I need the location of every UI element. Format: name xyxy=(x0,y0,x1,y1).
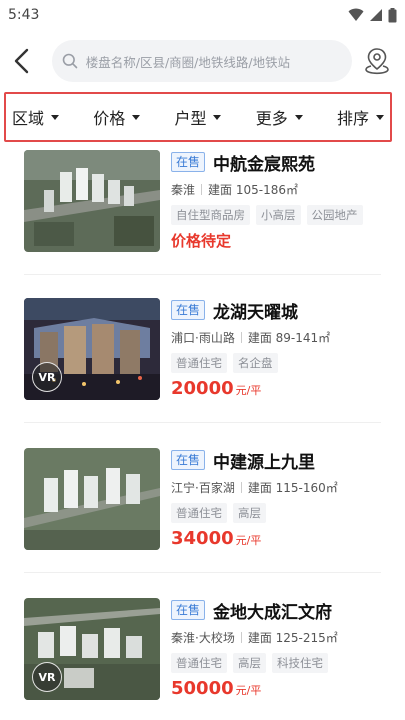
listing-item[interactable]: VR 在售 龙湖天曜城 浦口·雨山路 建面 89-141㎡ 普通住宅 名企盘 2… xyxy=(0,296,405,422)
listing-name: 龙湖天曜城 xyxy=(213,302,299,323)
listing-info: 在售 龙湖天曜城 浦口·雨山路 建面 89-141㎡ 普通住宅 名企盘 2000… xyxy=(171,296,393,399)
map-pin-icon xyxy=(365,48,390,75)
caret-down-icon xyxy=(132,114,141,120)
filter-more-label: 更多 xyxy=(255,109,288,128)
listing-name: 中航金宸熙苑 xyxy=(213,154,316,175)
divider xyxy=(24,572,381,573)
meta-divider xyxy=(240,631,242,643)
map-location-button[interactable] xyxy=(360,41,395,81)
price-unit: 元/平 xyxy=(235,384,262,397)
listing-tag: 自住型商品房 xyxy=(171,205,250,225)
filter-layout-label: 户型 xyxy=(174,109,207,128)
back-arrow-icon xyxy=(14,48,29,74)
listing-tag: 普通住宅 xyxy=(171,353,227,373)
on-sale-tag: 在售 xyxy=(171,600,206,620)
listing-tag: 普通住宅 xyxy=(171,503,227,523)
listing-info: 在售 金地大成汇文府 秦淮·大校场 建面 125-215㎡ 普通住宅 高层 科技… xyxy=(171,596,393,699)
search-input[interactable]: 楼盘名称/区县/商圈/地铁线路/地铁站 xyxy=(51,40,352,82)
divider xyxy=(24,422,381,423)
caret-down-icon xyxy=(213,114,222,120)
listing-info: 在售 中建源上九里 江宁·百家湖 建面 115-160㎡ 普通住宅 高层 340… xyxy=(171,446,393,549)
listing-area: 建面 115-160㎡ xyxy=(247,480,338,495)
status-bar: 5:43 xyxy=(0,0,405,30)
listing-area: 建面 89-141㎡ xyxy=(247,330,331,345)
filter-region-label: 区域 xyxy=(12,109,45,128)
listing-price: 20000 xyxy=(171,378,234,399)
listing-name: 中建源上九里 xyxy=(213,452,316,473)
caret-down-icon xyxy=(51,114,60,120)
search-row: 楼盘名称/区县/商圈/地铁线路/地铁站 xyxy=(0,30,405,92)
filter-price-label: 价格 xyxy=(93,109,126,128)
caret-down-icon xyxy=(294,114,303,120)
vr-badge-icon[interactable]: VR xyxy=(32,662,62,692)
meta-divider xyxy=(240,331,242,343)
price-unit: 元/平 xyxy=(235,684,262,697)
status-icons xyxy=(348,7,397,23)
divider xyxy=(24,274,381,275)
on-sale-tag: 在售 xyxy=(171,450,206,470)
listing-name: 金地大成汇文府 xyxy=(213,602,333,623)
listing-price: 价格待定 xyxy=(171,232,232,250)
listing-area: 建面 125-215㎡ xyxy=(247,630,338,645)
listing-area: 建面 105-186㎡ xyxy=(208,182,298,197)
filter-more[interactable]: 更多 xyxy=(256,105,303,129)
listing-district: 秦淮·大校场 xyxy=(171,630,235,645)
filter-price[interactable]: 价格 xyxy=(93,105,141,129)
back-button[interactable] xyxy=(12,43,44,79)
listing-tag: 普通住宅 xyxy=(171,653,227,673)
search-placeholder: 楼盘名称/区县/商圈/地铁线路/地铁站 xyxy=(85,54,291,70)
listing-district: 浦口·雨山路 xyxy=(171,330,235,345)
listing-photo: VR xyxy=(24,298,160,400)
meta-divider xyxy=(201,183,203,195)
listing-tag: 高层 xyxy=(233,653,266,673)
filter-bar: 区域 价格 户型 更多 排序 xyxy=(4,92,392,142)
listing-district: 江宁·百家湖 xyxy=(171,480,235,495)
filter-sort-label: 排序 xyxy=(336,109,369,128)
listing-photo: VR xyxy=(24,598,160,700)
wifi-icon xyxy=(348,8,364,21)
listing-tag: 高层 xyxy=(233,503,266,523)
listing-tag: 小高层 xyxy=(256,205,301,225)
listing-item[interactable]: VR 在售 金地大成汇文府 秦淮·大校场 建面 125-215㎡ 普通住宅 高层… xyxy=(0,596,405,720)
listing-photo xyxy=(24,150,160,252)
search-icon xyxy=(62,53,78,69)
status-time: 5:43 xyxy=(8,7,40,23)
signal-icon xyxy=(370,9,382,21)
listing-item[interactable]: 在售 中建源上九里 江宁·百家湖 建面 115-160㎡ 普通住宅 高层 340… xyxy=(0,446,405,572)
listing-photo xyxy=(24,448,160,550)
on-sale-tag: 在售 xyxy=(171,152,206,172)
on-sale-tag: 在售 xyxy=(171,300,206,320)
battery-icon xyxy=(388,7,397,22)
listing-price: 50000 xyxy=(171,678,234,699)
listing-info: 在售 中航金宸熙苑 秦淮 建面 105-186㎡ 自住型商品房 小高层 公园地产… xyxy=(171,148,393,251)
filter-layout[interactable]: 户型 xyxy=(174,105,222,129)
listing-item[interactable]: 在售 中航金宸熙苑 秦淮 建面 105-186㎡ 自住型商品房 小高层 公园地产… xyxy=(0,148,405,274)
listing-tag: 公园地产 xyxy=(306,205,363,225)
filter-sort[interactable]: 排序 xyxy=(337,105,384,129)
listing-tag: 科技住宅 xyxy=(272,653,328,673)
listing-price: 34000 xyxy=(171,528,234,549)
price-unit: 元/平 xyxy=(235,534,262,547)
filter-region[interactable]: 区域 xyxy=(12,105,60,129)
caret-down-icon xyxy=(375,114,384,120)
listing-tag: 名企盘 xyxy=(233,353,278,373)
vr-badge-icon[interactable]: VR xyxy=(32,362,62,392)
meta-divider xyxy=(240,481,242,493)
listing-district: 秦淮 xyxy=(171,182,196,197)
